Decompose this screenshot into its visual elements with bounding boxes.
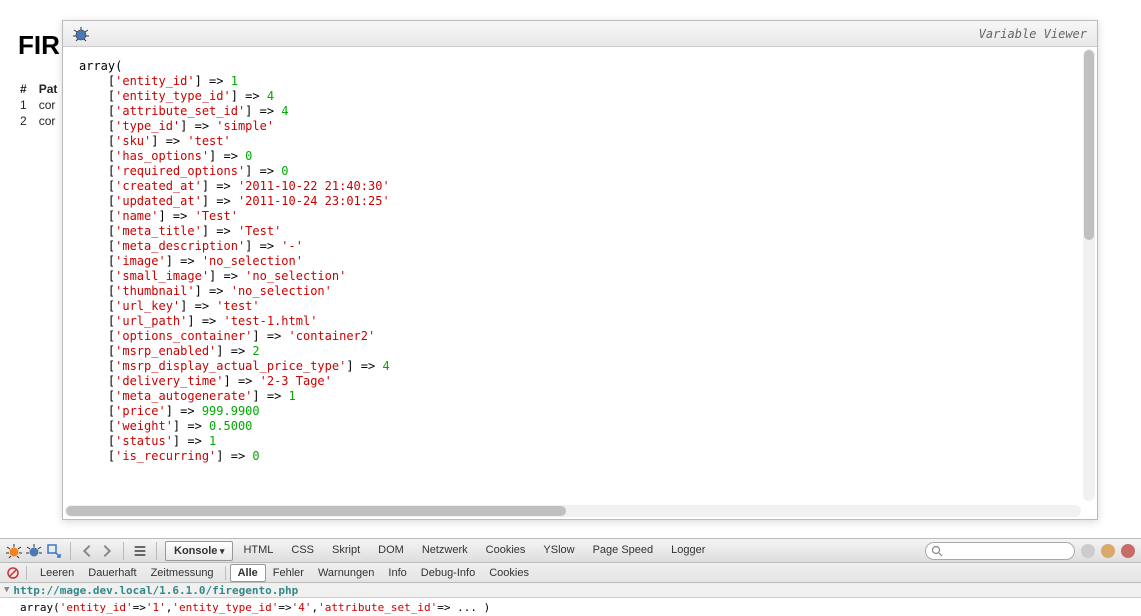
firephp-icon[interactable] [26,543,42,559]
subtab-warnungen[interactable]: Warnungen [311,565,381,581]
horizontal-scrollbar[interactable] [65,505,1081,517]
subtab-debug-info[interactable]: Debug-Info [414,565,482,581]
console-output-row[interactable]: array('entity_id'=>'1', 'entity_type_id'… [0,598,1141,616]
table-row: 2 cor [20,114,67,128]
subtab-zeitmessung[interactable]: Zeitmessung [144,565,221,581]
subtab-dauerhaft[interactable]: Dauerhaft [81,565,143,581]
firebug-icon[interactable] [6,543,22,559]
nav-back-icon[interactable] [79,543,95,559]
clear-icon[interactable] [6,566,20,580]
tab-html[interactable]: HTML [235,541,281,561]
panel-menu-icon[interactable] [132,543,148,559]
firebug-search-group [925,542,1135,560]
tab-netzwerk[interactable]: Netzwerk [414,541,476,561]
search-input[interactable] [925,542,1075,560]
subtab-leeren[interactable]: Leeren [33,565,81,581]
minimize-icon[interactable] [1101,544,1115,558]
tab-logger[interactable]: Logger [663,541,713,561]
subtab-fehler[interactable]: Fehler [266,565,311,581]
variable-viewer-body[interactable]: array( ['entity_id'] => 1 ['entity_type_… [63,47,1097,503]
search-icon [931,545,943,557]
vertical-scrollbar-thumb[interactable] [1084,50,1094,240]
separator [26,566,27,580]
disclosure-triangle-icon[interactable]: ▼ [4,585,9,595]
horizontal-scrollbar-thumb[interactable] [66,506,566,516]
close-icon[interactable] [1121,544,1135,558]
tab-cookies[interactable]: Cookies [478,541,534,561]
firebug-subtoolbar: LeerenDauerhaftZeitmessung AlleFehlerWarn… [0,563,1141,583]
console-request-row[interactable]: ▼ http://mage.dev.local/1.6.1.0/firegent… [0,583,1141,598]
variable-viewer-panel: Variable Viewer array( ['entity_id'] => … [62,20,1098,520]
tab-page-speed[interactable]: Page Speed [585,541,662,561]
subtab-info[interactable]: Info [381,565,413,581]
nav-forward-icon[interactable] [99,543,115,559]
separator [225,566,226,580]
tab-konsole[interactable]: Konsole [165,541,233,561]
request-url: http://mage.dev.local/1.6.1.0/firegento.… [13,584,298,597]
separator [156,542,157,560]
options-icon[interactable] [1081,544,1095,558]
inspect-icon[interactable] [46,543,62,559]
tab-yslow[interactable]: YSlow [535,541,582,561]
separator [123,542,124,560]
subtab-alle[interactable]: Alle [230,564,266,582]
firebug-toolbar: KonsoleHTMLCSSSkriptDOMNetzwerkCookiesYS… [0,538,1141,563]
separator [70,542,71,560]
subtab-cookies[interactable]: Cookies [482,565,536,581]
tab-dom[interactable]: DOM [370,541,412,561]
tab-css[interactable]: CSS [283,541,322,561]
page-title: FIR [18,30,60,61]
bg-th-num: # [20,82,37,96]
tab-skript[interactable]: Skript [324,541,368,561]
vertical-scrollbar[interactable] [1083,49,1095,501]
table-row: 1 cor [20,98,67,112]
variable-viewer-title: Variable Viewer [979,27,1087,41]
firebug-icon [73,26,89,42]
variable-viewer-header[interactable]: Variable Viewer [63,21,1097,47]
